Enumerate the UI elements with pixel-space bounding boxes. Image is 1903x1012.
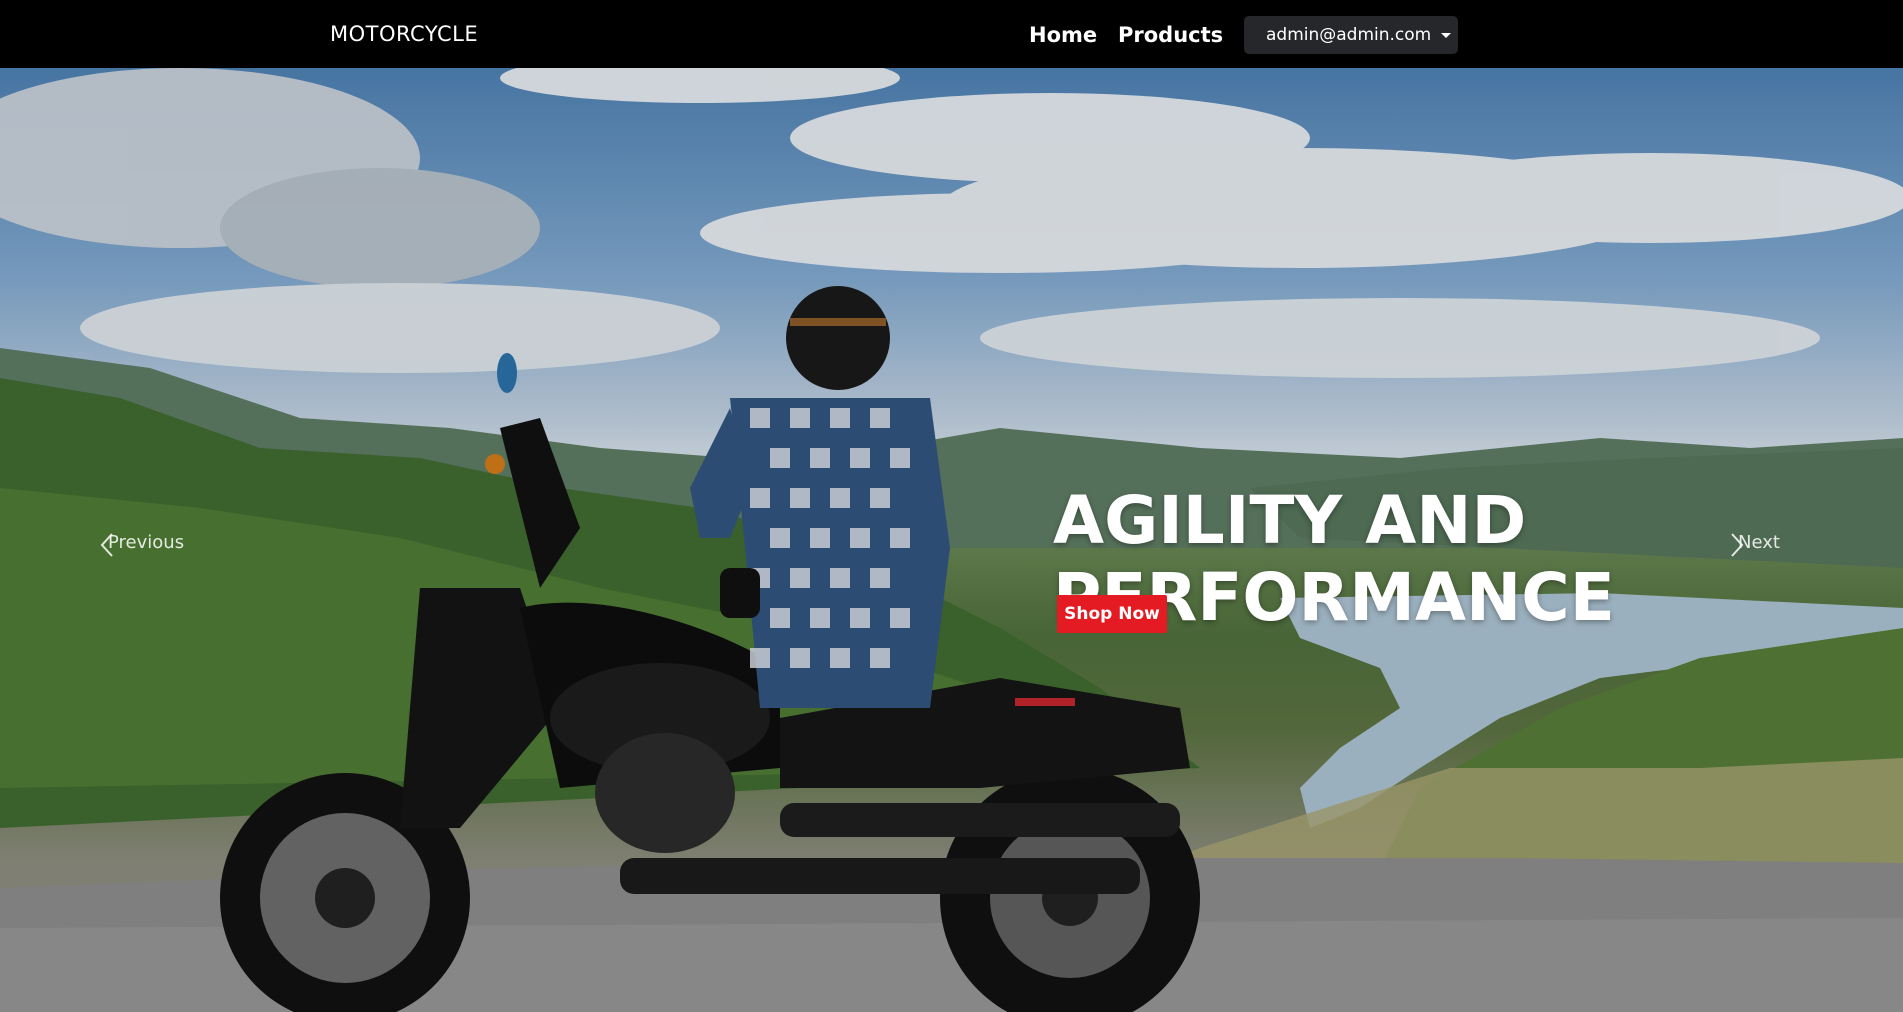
caret-down-icon (1441, 32, 1452, 38)
nav-home-link[interactable]: Home (1029, 23, 1097, 47)
chevron-left-icon (100, 533, 113, 557)
hero-background-image (0, 68, 1903, 1012)
nav-products-link[interactable]: Products (1118, 23, 1223, 47)
user-menu-dropdown[interactable]: admin@admin.com (1244, 16, 1458, 54)
previous-label: Previous (108, 532, 185, 553)
shop-now-button[interactable]: Shop Now (1057, 595, 1167, 633)
carousel-next-control[interactable]: Next (1730, 532, 1780, 557)
carousel-previous-control[interactable]: Previous (100, 532, 185, 557)
chevron-right-icon (1731, 533, 1744, 557)
brand-logo[interactable]: MOTORCYCLE (330, 22, 478, 46)
user-email-label: admin@admin.com (1266, 25, 1432, 45)
headline-line-1: AGILITY AND (1053, 482, 1527, 559)
hero-carousel: AGILITY AND PERFORMANCE Shop Now Previou… (0, 68, 1903, 1012)
navbar: MOTORCYCLE Home Products admin@admin.com (0, 0, 1903, 68)
next-label: Next (1738, 532, 1780, 553)
